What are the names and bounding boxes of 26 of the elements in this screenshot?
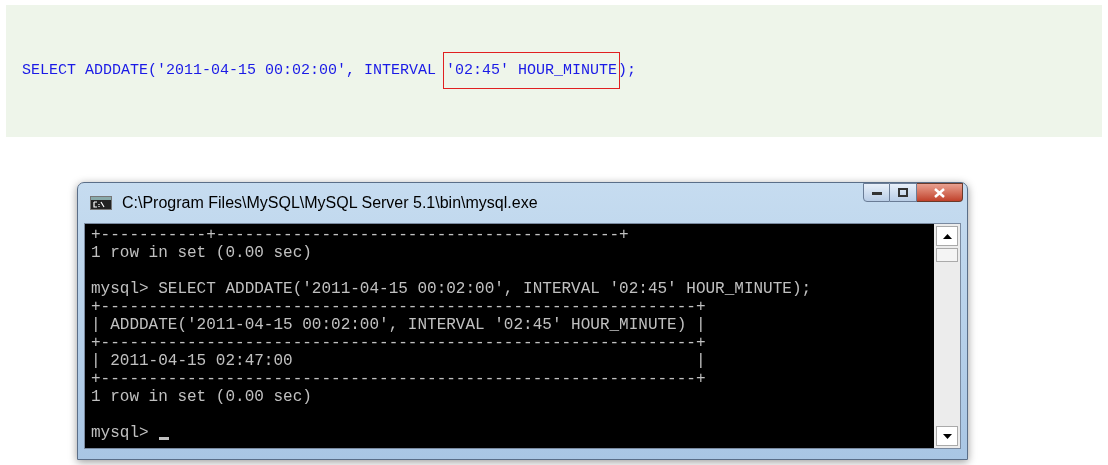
console-line: | 2011-04-15 02:47:00 | — [91, 352, 706, 370]
minimize-button[interactable] — [863, 183, 890, 202]
console-line: | ADDDATE('2011-04-15 00:02:00', INTERVAL '02:45' HOUR_MINUTE) | — [91, 316, 706, 334]
console-line: +--------------------------------------------------------------+ — [91, 334, 706, 352]
console-line: +--------------------------------------------------------------+ — [91, 370, 706, 388]
text-cursor — [158, 437, 169, 440]
close-button[interactable] — [917, 183, 963, 202]
maximize-button[interactable] — [890, 183, 917, 202]
up-arrow-icon — [942, 233, 952, 239]
minimize-icon — [871, 190, 882, 195]
down-arrow-icon — [942, 433, 952, 439]
scrollbar-thumb[interactable] — [936, 248, 958, 262]
console-line: +--------------------------------------------------------------+ — [91, 298, 706, 316]
console-line: 1 row in set (0.00 sec) — [91, 244, 312, 262]
maximize-icon — [898, 188, 908, 197]
console-line: +-----------+------------------------------------------+ — [91, 226, 629, 244]
close-icon — [934, 187, 945, 198]
window-title: C:\Program Files\MySQL\MySQL Server 5.1\bin\mysql.exe — [122, 193, 538, 213]
console-line: mysql> SELECT ADDDATE('2011-04-15 00:02:00', INTERVAL '02:45' HOUR_MINUTE); — [91, 280, 812, 298]
scroll-down-button[interactable] — [936, 426, 958, 446]
console-line: 1 row in set (0.00 sec) — [91, 388, 312, 406]
vertical-scrollbar[interactable] — [934, 224, 960, 448]
console-prompt: mysql> — [91, 424, 149, 442]
console-icon — [90, 196, 112, 210]
scroll-up-button[interactable] — [936, 226, 958, 246]
highlighted-code: '02:45' HOUR_MINUTE — [443, 51, 621, 89]
